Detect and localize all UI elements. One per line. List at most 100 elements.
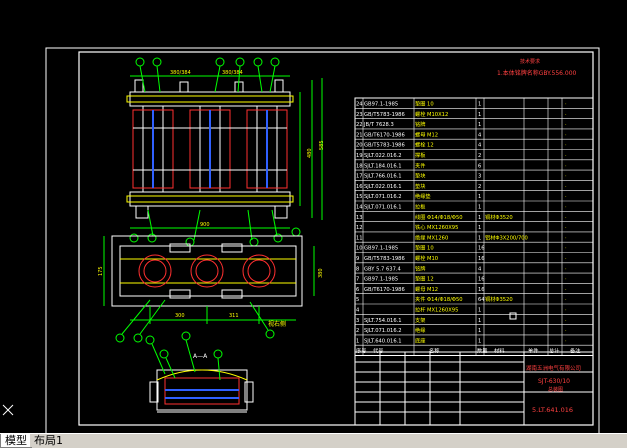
bom-header-cell: 备注 [570,347,580,355]
bom-row-code: SJLT.184.016.1 [364,163,402,169]
bom-row-code: JB/T 7628.3 [363,122,394,128]
bom-row-qty: 1 [478,112,481,118]
drawing-number: 5.LT.641.016 [532,406,573,414]
bom-row-mark: · [565,308,567,314]
bom-row-no: 9 [356,256,359,262]
tab-layout1[interactable]: 布局1 [30,434,67,447]
bom-row-no: 15 [356,194,363,200]
plan-view [103,235,315,335]
view-label-right: 视右侧 [268,320,286,328]
bom-row-qty: 4 [478,132,482,138]
bom-header-cell: 单件 [528,347,538,355]
bom-row-mark: · [565,143,567,149]
bom-row-no: 23 [356,112,363,118]
dim-left-height: 175 [98,266,104,276]
bom-row-name: 铭牌 [415,120,425,128]
bom-row-qty: 2 [478,153,481,159]
bom-row-no: 7 [356,277,359,283]
bom-row-qty: 4 [478,143,482,149]
bom-row-name: 垫块 [415,182,426,190]
bom-header-cell: 代号 [373,347,383,355]
bom-row-code: GB97.1-1985 [364,277,398,283]
bom-row-no: 6 [356,287,359,293]
bom-row-no: 14 [356,205,363,211]
cad-drawing[interactable]: 380/384 380/384 900 585 480 300 311 175 … [0,0,627,433]
bom-row-no: 11 [356,235,363,241]
bom-row-qty: 16 [478,246,485,252]
bom-row-name: 螺栓 M10 [415,254,438,262]
bom-row-mark: · [565,318,567,324]
bom-row-code: SJLT.071.016.1 [364,205,402,211]
bom-row-name: 夹件 [415,161,425,169]
bom-row-no: 2 [356,328,359,334]
bom-row-qty: 16 [478,256,485,262]
bom-row-no: 24 [356,102,363,108]
crosshair-icon [2,404,14,416]
bom-row-mark: · [565,163,567,169]
bom-header-cell: 总计 [549,347,559,355]
bom-row-no: 18 [356,163,363,169]
bom-row-mark: · [565,112,567,118]
bom-row-qty: 2 [478,184,481,190]
bom-row-no: 4 [356,308,360,314]
bom-row-mark: · [565,102,567,108]
bom-row-qty: 1 [478,318,481,324]
bom-row-no: 17 [356,174,363,180]
bom-row-qty: 6 [478,163,481,169]
bom-row-name: 支架 [415,316,425,324]
bom-row-name: 铭牌 [415,264,425,272]
bom-row-no: 16 [356,184,363,190]
dim-plan-left: 300 [175,313,185,319]
tech-note-line1: 1.本体铭牌名称GBY.556.000 [497,69,577,77]
tab-model[interactable]: 模型 [0,434,32,448]
bom-row-no: 8 [356,266,359,272]
bom-row-name: 拉板 [415,203,426,211]
bom-row-qty: 1 [478,122,481,128]
bom-row-name: 绝缘 [415,326,425,334]
bom-row-code: SJLT.022.016.2 [364,153,402,159]
bom-row-name: 线圈 Φ14/Φ18/Φ50 [415,213,463,221]
bom-header-cell: 序号 [356,347,366,355]
bom-row-name: 撑板 [415,151,426,159]
bom-row-material: 铜材Φ3520 [485,213,513,221]
balloons-plan [115,329,275,343]
bom-row-name: 拉杆 MX1260X95 [415,306,458,314]
dim-right-height: 380 [318,268,324,278]
bom-row-code: GB97.1-1985 [364,102,398,108]
bom-row-mark: · [565,256,567,262]
bom-row-no: 3 [356,318,359,324]
bom-row-qty: 1 [478,338,481,344]
bom-row-qty: 1 [478,308,481,314]
bom-row-qty: 1 [478,215,481,221]
bom-row-name: 螺栓 M10X12 [415,110,448,118]
bom-row-code: GB/T6170-1986 [364,132,405,138]
bom-header-cell: 名称 [429,347,439,355]
bom-row-mark: · [565,338,567,344]
bom-row-qty: 1 [478,205,481,211]
bom-row-name: 垫圈 12 [415,275,434,283]
bom-row-mark: · [565,194,567,200]
bom-row-name: 螺母 M12 [415,130,438,138]
bom-row-name: 垫块 [415,172,426,180]
bom-row-name: 绝缘垫 [415,192,431,200]
bom-row-code: GB/T5783-1986 [364,112,405,118]
cursor-pickbox [509,312,517,320]
bom-row-qty: 1 [478,194,481,200]
bom-table: 24 GB97.1-1985 垫圈 10 1·23 GB/T5783-1986 螺栓 M1… [354,97,594,356]
bom-row-mark: · [565,153,567,159]
drawing-viewport[interactable]: 380/384 380/384 900 585 480 300 311 175 … [0,0,627,433]
dim-top-right: 380/384 [222,70,243,76]
bom-row-code: SJLT.022.016.1 [364,184,402,190]
model-number: SJT-630/10 [538,378,570,385]
bom-row-mark: · [565,132,567,138]
bom-row-name: 铁心 MX1260X95 [415,223,458,231]
bom-row-mark: · [565,122,567,128]
dim-width: 900 [200,222,210,228]
bom-row-name: 底座 [415,336,425,344]
bom-header-cell: 材料 [494,347,504,355]
bom-row-code: GB/T6170-1986 [364,287,405,293]
bom-row-code: GB/T5783-1986 [364,143,405,149]
bom-row-qty: 4 [478,266,482,272]
dim-top-left: 380/384 [170,70,191,76]
bom-row-mark: · [565,297,567,303]
